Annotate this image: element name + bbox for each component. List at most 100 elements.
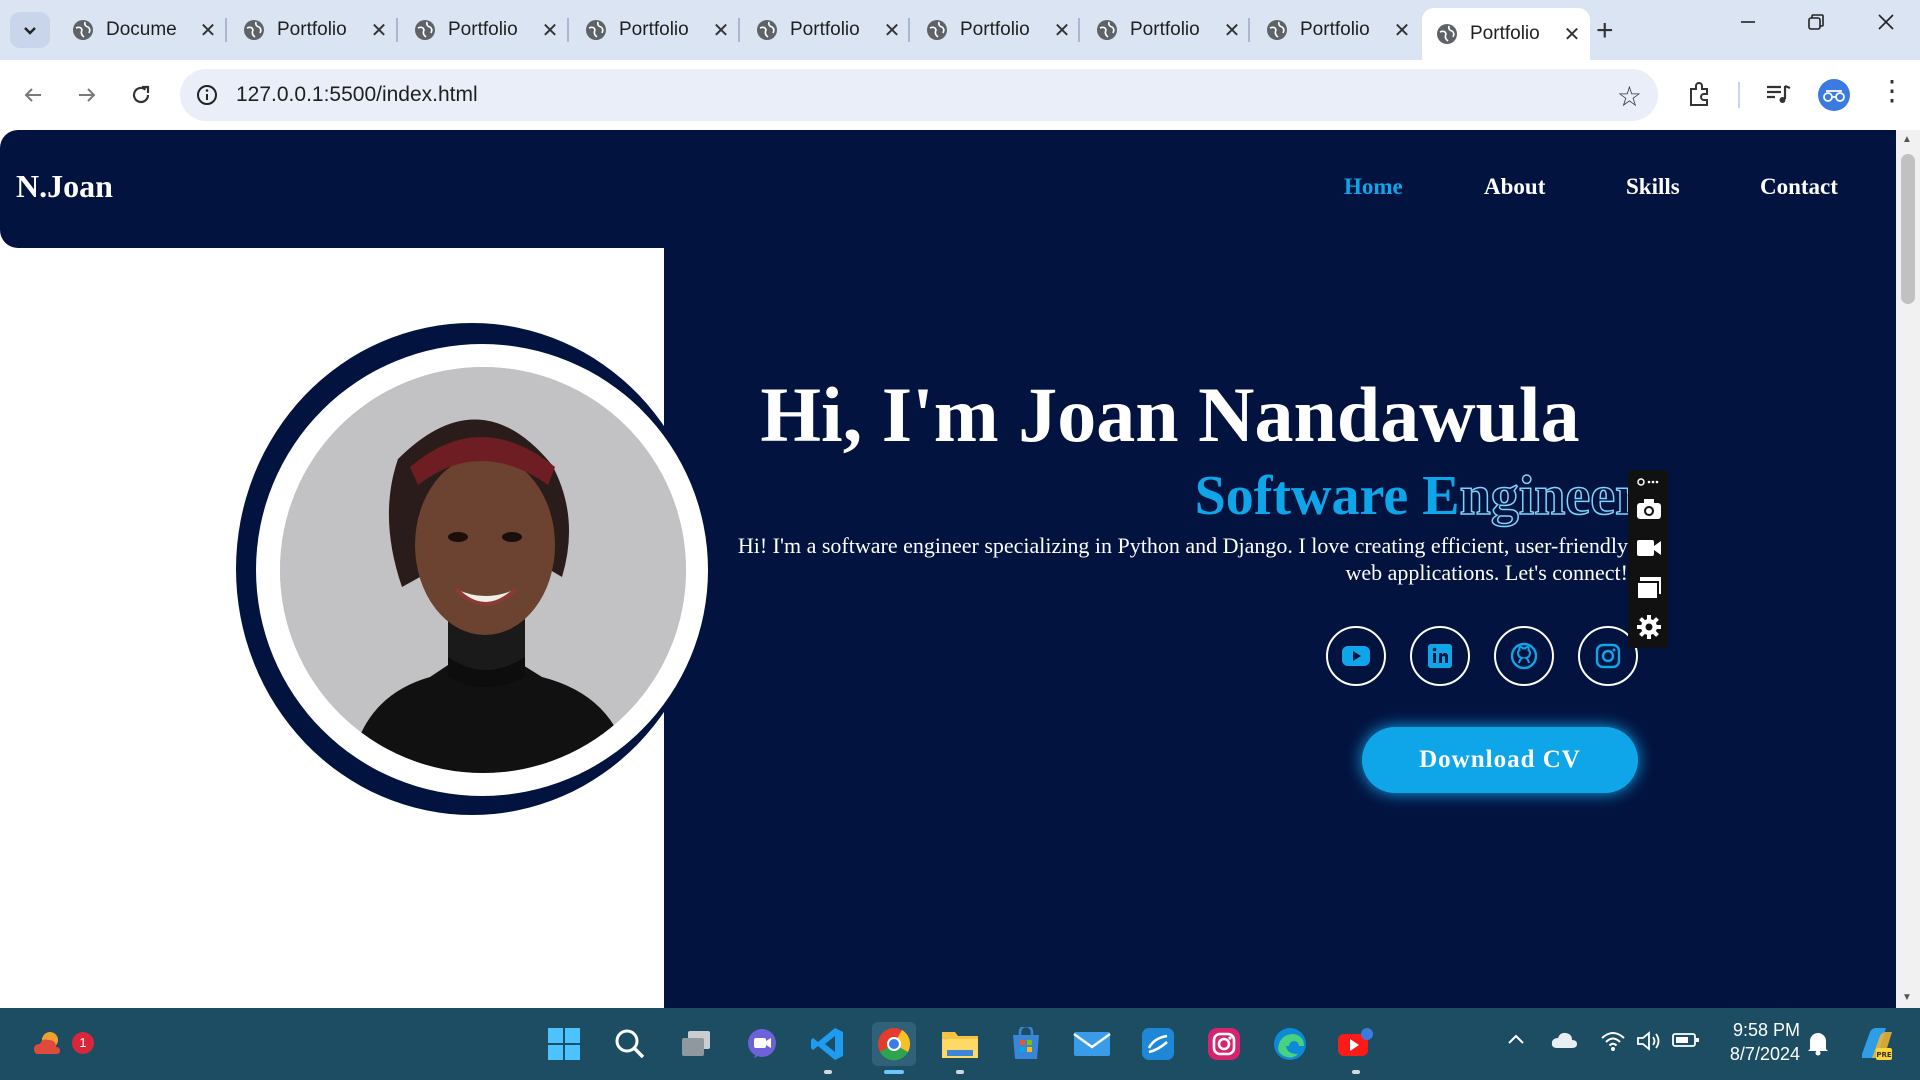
globe-icon [927,20,947,40]
github-link[interactable] [1494,626,1554,686]
tab-separator [1248,18,1250,42]
page-scrollbar[interactable]: ▲ ▼ [1896,130,1920,1008]
restore-button[interactable] [1796,10,1836,38]
tab-close-icon[interactable]: ✕ [711,18,731,43]
tab-search-button[interactable] [10,12,50,48]
chrome-icon [878,1028,911,1061]
browser-tab[interactable]: Portfolio ✕ [571,8,739,52]
scroll-up-icon[interactable]: ▲ [1902,134,1912,145]
tab-separator [396,18,398,42]
new-tab-button[interactable]: + [1596,14,1614,48]
avatar-icon [1823,90,1845,102]
copilot-icon[interactable]: PRE [1856,1024,1894,1062]
browser-tab[interactable]: Portfolio ✕ [400,8,568,52]
nav-contact-link[interactable]: Contact [1760,174,1838,200]
taskbar-widgets[interactable]: 1 [26,1022,94,1066]
tab-close-icon[interactable]: ✕ [1222,18,1242,43]
taskbar-teams[interactable] [740,1022,784,1066]
taskbar-store[interactable] [1004,1022,1048,1066]
nav-home-link[interactable]: Home [1344,174,1403,200]
notification-badge: 1 [72,1032,94,1054]
taskbar-task-view[interactable] [674,1022,718,1066]
volume-icon[interactable] [1636,1030,1662,1052]
taskbar-remote-app[interactable] [1136,1022,1180,1066]
site-logo[interactable]: N.Joan [16,168,113,205]
windows-start-icon [548,1028,580,1060]
tab-separator [908,18,910,42]
tab-separator [225,18,227,42]
video-camera-icon[interactable] [1636,538,1662,558]
tab-close-icon[interactable]: ✕ [882,18,902,43]
taskbar-clock[interactable]: 9:58 PM 8/7/2024 [1700,1018,1800,1066]
active-indicator [884,1070,904,1074]
taskbar-vscode[interactable] [806,1022,850,1074]
instagram-app-icon [1208,1028,1240,1060]
screen-capture-toolbar [1628,470,1668,648]
taskbar-mail[interactable] [1070,1022,1114,1066]
nav-about-link[interactable]: About [1484,174,1545,200]
taskbar-search[interactable] [608,1022,652,1066]
browser-tab-active[interactable]: Portfolio ✕ [1422,8,1590,60]
gear-icon[interactable] [1636,614,1662,640]
globe-icon [73,20,93,40]
battery-icon[interactable] [1672,1030,1700,1050]
extensions-icon[interactable] [1686,80,1714,108]
youtube-link[interactable] [1326,626,1386,686]
download-cv-button[interactable]: Download CV [1362,727,1638,793]
bookmark-star-icon[interactable]: ☆ [1617,80,1642,113]
notification-bell-icon[interactable] [1806,1030,1830,1056]
media-control-icon[interactable] [1764,80,1792,108]
link-more-icon[interactable] [1636,474,1660,490]
taskbar-file-explorer[interactable] [938,1022,982,1074]
address-bar[interactable]: 127.0.0.1:5500/index.html ☆ [180,69,1658,121]
browser-tab[interactable]: Portfolio ✕ [229,8,397,52]
tab-close-icon[interactable]: ✕ [369,18,389,43]
hero-title: Hi, I'm Joan Nandawula [760,371,1580,458]
taskbar-youtube[interactable] [1334,1022,1378,1074]
tab-separator [567,18,569,42]
remote-desktop-icon [1142,1028,1174,1060]
camera-icon[interactable] [1636,498,1662,520]
start-button[interactable] [542,1022,586,1066]
browser-tab[interactable]: Portfolio ✕ [912,8,1080,52]
browser-menu-icon[interactable]: ⋮ [1878,74,1906,107]
svg-text:PRE: PRE [1876,1051,1892,1059]
running-indicator [956,1070,964,1074]
nav-skills-link[interactable]: Skills [1626,174,1680,200]
taskbar-instagram[interactable] [1202,1022,1246,1066]
scroll-down-icon[interactable]: ▼ [1902,992,1912,1003]
browser-tab[interactable]: Portfolio ✕ [1082,8,1250,52]
linkedin-link[interactable] [1410,626,1470,686]
arrow-left-icon [24,88,41,102]
profile-avatar[interactable] [1818,79,1850,111]
running-indicator [1352,1070,1360,1074]
minimize-button[interactable] [1728,10,1768,38]
url-text[interactable]: 127.0.0.1:5500/index.html [236,83,478,107]
browser-tab[interactable]: Docume ✕ [58,8,226,52]
tab-close-icon[interactable]: ✕ [198,18,218,43]
site-navbar: N.Joan Home About Skills Contact [0,130,1896,248]
window-capture-icon[interactable] [1636,576,1662,600]
taskbar-chrome[interactable] [872,1022,916,1074]
tab-close-icon[interactable]: ✕ [540,18,560,43]
taskbar-edge[interactable] [1268,1022,1312,1066]
weather-icon [34,1032,60,1054]
browser-tab[interactable]: Portfolio ✕ [1252,8,1420,52]
onedrive-cloud-icon[interactable] [1550,1030,1578,1050]
forward-button[interactable] [70,78,104,112]
close-window-button[interactable] [1866,10,1906,38]
vscode-icon [811,1028,843,1060]
scrollbar-thumb[interactable] [1901,154,1915,304]
wifi-icon[interactable] [1600,1030,1626,1052]
site-info-icon[interactable] [196,84,218,106]
browser-tab[interactable]: Portfolio ✕ [742,8,910,52]
tab-title: Portfolio [960,19,1030,40]
tab-close-icon[interactable]: ✕ [1052,18,1072,43]
tab-title: Portfolio [619,19,689,40]
tab-close-icon[interactable]: ✕ [1562,22,1582,47]
globe-icon [244,20,264,40]
chevron-up-icon[interactable] [1506,1030,1526,1050]
reload-button[interactable] [124,78,158,112]
back-button[interactable] [16,78,50,112]
tab-close-icon[interactable]: ✕ [1392,18,1412,43]
